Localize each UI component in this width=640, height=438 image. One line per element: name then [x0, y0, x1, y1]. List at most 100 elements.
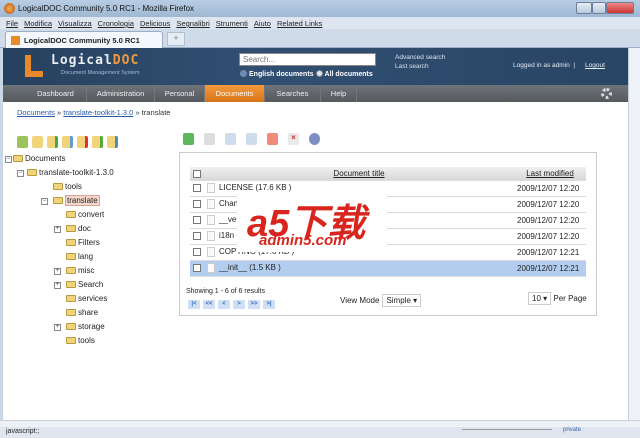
upload-icon[interactable]	[183, 133, 194, 145]
document-icon	[207, 263, 215, 273]
menu-delicious[interactable]: Delicious	[140, 19, 170, 28]
tree-node-convert[interactable]: convert	[66, 210, 104, 222]
nav-documents[interactable]: Documents	[205, 85, 265, 102]
menu-file[interactable]: File	[6, 19, 18, 28]
menu-modifica[interactable]: Modifica	[24, 19, 52, 28]
nav-help[interactable]: Help	[321, 85, 357, 102]
logo-icon	[25, 55, 43, 77]
prev-10-button[interactable]: <<	[203, 300, 215, 309]
menu-aiuto[interactable]: Aiuto	[254, 19, 271, 28]
logo: LogicalDOC	[51, 53, 140, 68]
zoom-slider[interactable]	[462, 429, 552, 430]
edit-folder-icon[interactable]	[17, 136, 28, 148]
close-button[interactable]	[606, 2, 634, 14]
lock-icon[interactable]	[267, 133, 278, 145]
document-icon	[207, 231, 215, 241]
tree-node-services[interactable]: services	[66, 294, 107, 306]
tab-label: LogicalDOC Community 5.0 RC1	[24, 36, 140, 45]
pager: |< << < > >> >|	[188, 298, 278, 309]
row-checkbox[interactable]	[193, 200, 201, 209]
view-mode-select[interactable]: Simple ▾	[382, 294, 422, 307]
table-row-selected[interactable]: __init__ (1.5 KB ) 2009/12/07 12:21	[190, 260, 586, 277]
window-title: LogicalDOC Community 5.0 RC1 - Mozilla F…	[18, 4, 195, 13]
private-indicator: private	[563, 427, 582, 433]
search-input[interactable]	[239, 53, 376, 66]
delete-folder-icon[interactable]	[77, 136, 88, 148]
breadcrumb: Documents » translate-toolkit-1.3.0 » tr…	[17, 108, 171, 117]
next-10-button[interactable]: >>	[248, 300, 260, 309]
row-checkbox[interactable]	[193, 216, 201, 225]
checkout-icon[interactable]	[204, 133, 215, 145]
loading-icon	[601, 88, 612, 99]
radio-english[interactable]	[240, 70, 247, 77]
tree-node-storage[interactable]: + storage	[54, 322, 105, 334]
prev-page-button[interactable]: <	[218, 300, 230, 309]
tree-node-lang[interactable]: lang	[66, 252, 93, 264]
title-bar: LogicalDOC Community 5.0 RC1 - Mozilla F…	[0, 0, 640, 17]
per-page: 10 ▾ Per Page	[525, 292, 587, 305]
tree-node-filters[interactable]: Filters	[66, 238, 100, 250]
nav-administration[interactable]: Administration	[87, 85, 155, 102]
menu-strumenti[interactable]: Strumenti	[216, 19, 248, 28]
row-checkbox[interactable]	[193, 184, 201, 193]
menu-related-links[interactable]: Related Links	[277, 19, 322, 28]
advanced-search-link[interactable]: Advanced search	[395, 53, 445, 62]
radio-all[interactable]	[315, 70, 323, 77]
tree-node-tools[interactable]: tools	[53, 182, 82, 194]
col-modified[interactable]: Last modified	[514, 167, 586, 181]
browser-tab[interactable]: LogicalDOC Community 5.0 RC1	[5, 31, 163, 48]
tree-node-share[interactable]: share	[66, 308, 98, 320]
folder-icon	[53, 183, 63, 190]
folder-icon	[27, 169, 37, 176]
cut-icon[interactable]	[225, 133, 236, 145]
tree-node-misc[interactable]: + misc	[54, 266, 94, 278]
menu-segnalibri[interactable]: Segnalibri	[176, 19, 209, 28]
select-all-checkbox[interactable]	[193, 169, 201, 178]
maximize-button[interactable]	[592, 2, 606, 14]
nav-searches[interactable]: Searches	[265, 85, 321, 102]
minimize-button[interactable]	[576, 2, 592, 14]
per-page-select[interactable]: 10 ▾	[528, 292, 552, 305]
next-page-button[interactable]: >	[233, 300, 245, 309]
horizontal-scrollbar[interactable]	[0, 420, 640, 427]
radio-english-label[interactable]: English documents	[249, 71, 314, 78]
document-icon	[207, 247, 215, 257]
new-tab-button[interactable]: +	[167, 32, 185, 46]
row-checkbox[interactable]	[193, 248, 201, 257]
row-checkbox[interactable]	[193, 232, 201, 241]
last-page-button[interactable]: >|	[263, 300, 275, 309]
tree-node-documents[interactable]: − Documents	[5, 154, 65, 166]
crumb-documents[interactable]: Documents	[17, 108, 55, 117]
upload-folder-icon[interactable]	[92, 136, 103, 148]
settings-icon[interactable]	[309, 133, 320, 145]
first-page-button[interactable]: |<	[188, 300, 200, 309]
menu-visualizza[interactable]: Visualizza	[58, 19, 92, 28]
menu-cronologia[interactable]: Cronologia	[98, 19, 134, 28]
new-folder-icon[interactable]	[32, 136, 43, 148]
tree-node-doc[interactable]: + doc	[54, 224, 91, 236]
row-checkbox[interactable]	[193, 264, 201, 273]
tree-node-translate[interactable]: − translate	[41, 195, 100, 208]
tree-node-search[interactable]: + Search	[54, 280, 103, 292]
add-folder-icon[interactable]	[47, 136, 58, 148]
last-search-link[interactable]: Last search	[395, 62, 445, 71]
copy-icon[interactable]	[246, 133, 257, 145]
radio-all-label[interactable]: All documents	[325, 71, 373, 78]
delete-icon[interactable]: ×	[288, 133, 299, 145]
tree-node-tools-2[interactable]: tools	[66, 336, 95, 348]
document-icon	[207, 215, 215, 225]
col-title[interactable]: Document title	[204, 167, 514, 181]
logout-link[interactable]: Logout	[585, 62, 605, 69]
vertical-scrollbar[interactable]	[628, 48, 640, 420]
crumb-toolkit[interactable]: translate-toolkit-1.3.0	[63, 108, 133, 117]
search-folder-icon[interactable]	[62, 136, 73, 148]
logicaldoc-favicon	[11, 36, 20, 45]
folder-icon	[53, 197, 63, 204]
folder-settings-icon[interactable]	[107, 136, 118, 148]
crumb-current: translate	[141, 108, 171, 117]
menu-bar: File Modifica Visualizza Cronologia Deliciou…	[0, 17, 640, 29]
tree-node-toolkit[interactable]: − translate-toolkit-1.3.0	[17, 168, 114, 180]
nav-dashboard[interactable]: Dashboard	[25, 85, 87, 102]
nav-personal[interactable]: Personal	[155, 85, 205, 102]
folder-icon	[13, 155, 23, 162]
